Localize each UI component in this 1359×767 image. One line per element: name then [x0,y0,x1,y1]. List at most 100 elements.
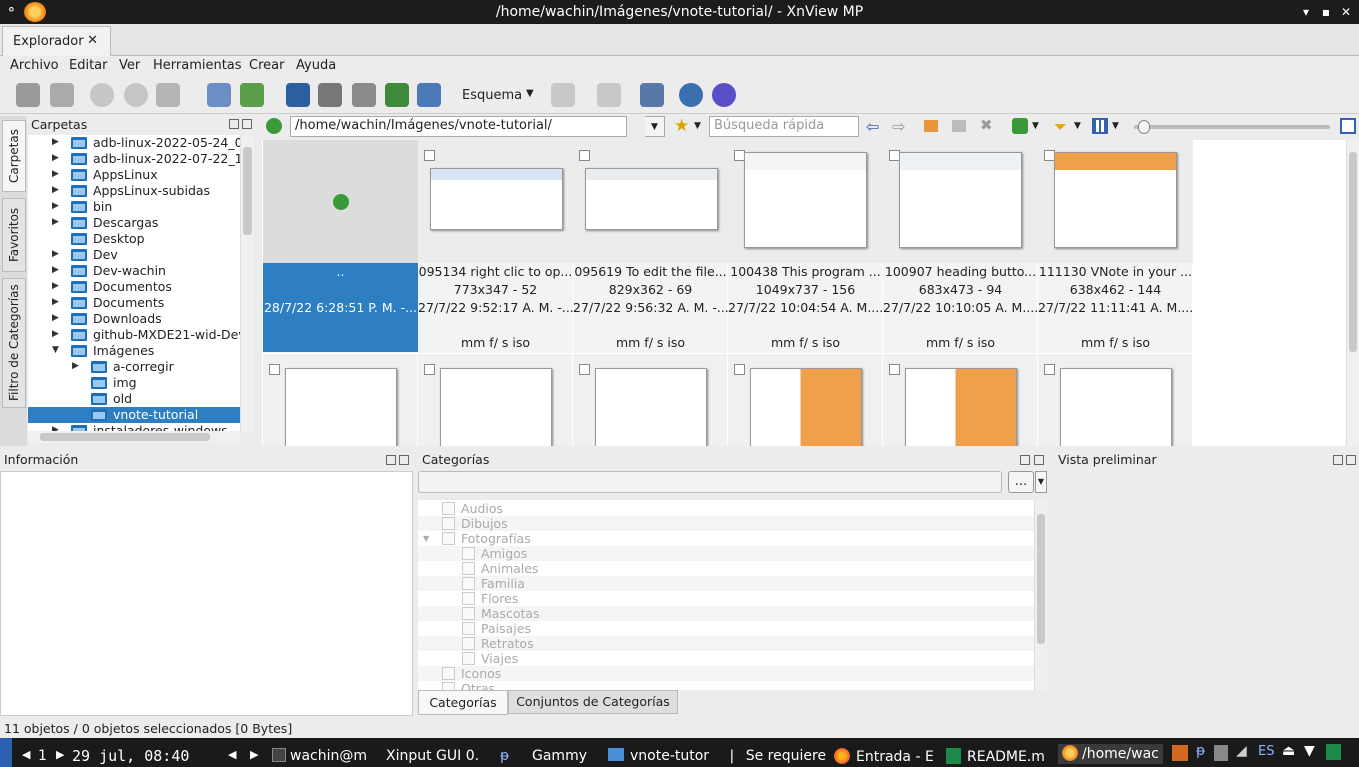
tab-explorador[interactable]: Explorador ✕ [2,26,111,56]
parent-folder-cell[interactable]: .. 28/7/22 6:28:51 P. M. -... [263,140,418,353]
tree-item[interactable]: ▶ bin [28,199,240,215]
category-item[interactable]: Retratos [418,636,1034,651]
zoom-slider-handle[interactable] [1138,120,1150,134]
menu-archivo[interactable]: Archivo [10,58,59,73]
transform-icon[interactable] [156,83,180,107]
category-item[interactable]: Viajes [418,651,1034,666]
category-checkbox[interactable] [462,607,475,620]
tree-item[interactable]: ▶ Dev-wachin [28,263,240,279]
forward-arrow-icon[interactable]: ⇨ [892,117,905,136]
thumbnail-cell[interactable] [418,354,573,446]
tree-item[interactable]: ▶ AppsLinux-subidas [28,183,240,199]
float-panel-icon[interactable] [1020,455,1030,465]
binoculars-icon[interactable] [286,83,310,107]
category-checkbox[interactable] [462,637,475,650]
scroll-thumb[interactable] [1037,514,1045,644]
tab-categorias[interactable]: Categorías [418,690,508,715]
expand-arrow-icon[interactable]: ▶ [52,201,59,211]
thumbnail-cell[interactable]: 095619 To edit the file... 829x362 - 69 27… [573,140,728,353]
tray-app-icon[interactable] [1172,745,1188,761]
tree-item[interactable]: ▶ Downloads [28,311,240,327]
select-checkbox[interactable] [424,364,435,375]
tree-item[interactable]: Desktop [28,231,240,247]
task-next-icon[interactable]: ▶ [250,748,258,761]
select-checkbox[interactable] [1044,364,1055,375]
expand-arrow-icon[interactable]: ▶ [52,217,59,227]
expand-arrow-icon[interactable]: ▶ [52,329,59,339]
open-folder-icon[interactable] [240,83,264,107]
close-panel-icon[interactable] [242,119,252,129]
help-icon[interactable] [712,83,736,107]
categories-scrollbar[interactable] [1034,500,1047,690]
tree-item[interactable]: ▶ AppsLinux [28,167,240,183]
category-checkbox[interactable] [442,532,455,545]
tree-item[interactable]: ▶ Descargas [28,215,240,231]
category-checkbox[interactable] [462,652,475,665]
tray-arrow-icon[interactable]: ▼ [1304,743,1315,759]
category-item[interactable]: Animales [418,561,1034,576]
tree-item[interactable]: img [28,375,240,391]
category-checkbox[interactable] [462,622,475,635]
settings-gear-icon[interactable] [679,83,703,107]
thumbnail-cell[interactable]: 100907 heading butto... 683x473 - 94 27/7/… [883,140,1038,353]
slideshow-icon[interactable] [385,83,409,107]
expand-arrow-icon[interactable]: ▶ [52,137,59,147]
tree-item[interactable]: vnote-tutorial [28,407,240,423]
side-tab-favoritos[interactable]: Favoritos [2,198,26,272]
export-icon[interactable] [352,83,376,107]
chevron-down-icon[interactable]: ▼ [694,121,701,131]
task-terminal[interactable]: wachin@m [272,748,367,764]
close-panel-icon[interactable] [399,455,409,465]
thumbnail-cell[interactable] [1038,354,1193,446]
close-panel-icon[interactable] [1346,455,1356,465]
view-mode-select[interactable]: Esquema [462,88,522,103]
maximize-button[interactable]: ▪ [1318,4,1334,20]
collapse-arrow-icon[interactable]: ▼ [423,534,429,543]
task-prev-icon[interactable]: ◀ [228,748,236,761]
category-checkbox[interactable] [462,592,475,605]
menu-herramientas[interactable]: Herramientas [153,58,242,73]
tree-item[interactable]: ▶ adb-linux-2022-05-24_08 [28,135,240,151]
expand-arrow-icon[interactable]: ▶ [52,153,59,163]
category-checkbox[interactable] [442,667,455,680]
fullscreen-icon[interactable] [50,83,74,107]
select-checkbox[interactable] [889,364,900,375]
category-item[interactable]: Familia [418,576,1034,591]
batch-icon[interactable] [551,83,575,107]
quick-search-input[interactable]: Búsqueda rápida [709,116,859,137]
expand-arrow-icon[interactable]: ▶ [72,361,79,371]
category-checkbox[interactable] [442,517,455,530]
folder-tree[interactable]: ▶ adb-linux-2022-05-24_08 ▶ adb-linux-2022-… [28,135,240,431]
float-panel-icon[interactable] [229,119,239,129]
tray-vnote-icon[interactable] [1326,744,1341,760]
favorite-star-icon[interactable]: ★ [674,116,689,136]
select-checkbox[interactable] [424,150,435,161]
rename-icon[interactable] [952,120,966,132]
chevron-down-icon[interactable]: ▼ [1035,471,1047,493]
keyboard-layout[interactable]: ES [1258,744,1274,759]
task-vnote[interactable]: README.m [946,748,1045,765]
print-icon[interactable] [318,83,342,107]
category-item[interactable]: Audios [418,501,1034,516]
category-checkbox[interactable] [442,682,455,690]
category-more-button[interactable]: ... [1008,471,1034,493]
capture-icon[interactable] [417,83,441,107]
fit-window-icon[interactable] [1340,118,1356,134]
category-list[interactable]: Audios Dibujos ▼ Fotografías Amigos Animales F… [418,500,1034,690]
category-item[interactable]: Flores [418,591,1034,606]
category-item[interactable]: Mascotas [418,606,1034,621]
category-search-input[interactable] [418,471,1002,493]
chevron-down-icon[interactable]: ▼ [1074,121,1081,131]
tree-item[interactable]: ▶ adb-linux-2022-07-22_13 [28,151,240,167]
category-checkbox[interactable] [462,562,475,575]
camera-icon[interactable] [16,83,40,107]
select-checkbox[interactable] [579,364,590,375]
close-panel-icon[interactable] [1034,455,1044,465]
path-dropdown[interactable]: ▼ [645,116,665,137]
category-checkbox[interactable] [462,577,475,590]
scroll-thumb[interactable] [243,147,252,235]
side-tab-filtro[interactable]: Filtro de Categorías [2,278,26,408]
tree-item[interactable]: ▶ Documents [28,295,240,311]
expand-arrow-icon[interactable]: ▶ [52,281,59,291]
thumbnail-cell[interactable] [883,354,1038,446]
